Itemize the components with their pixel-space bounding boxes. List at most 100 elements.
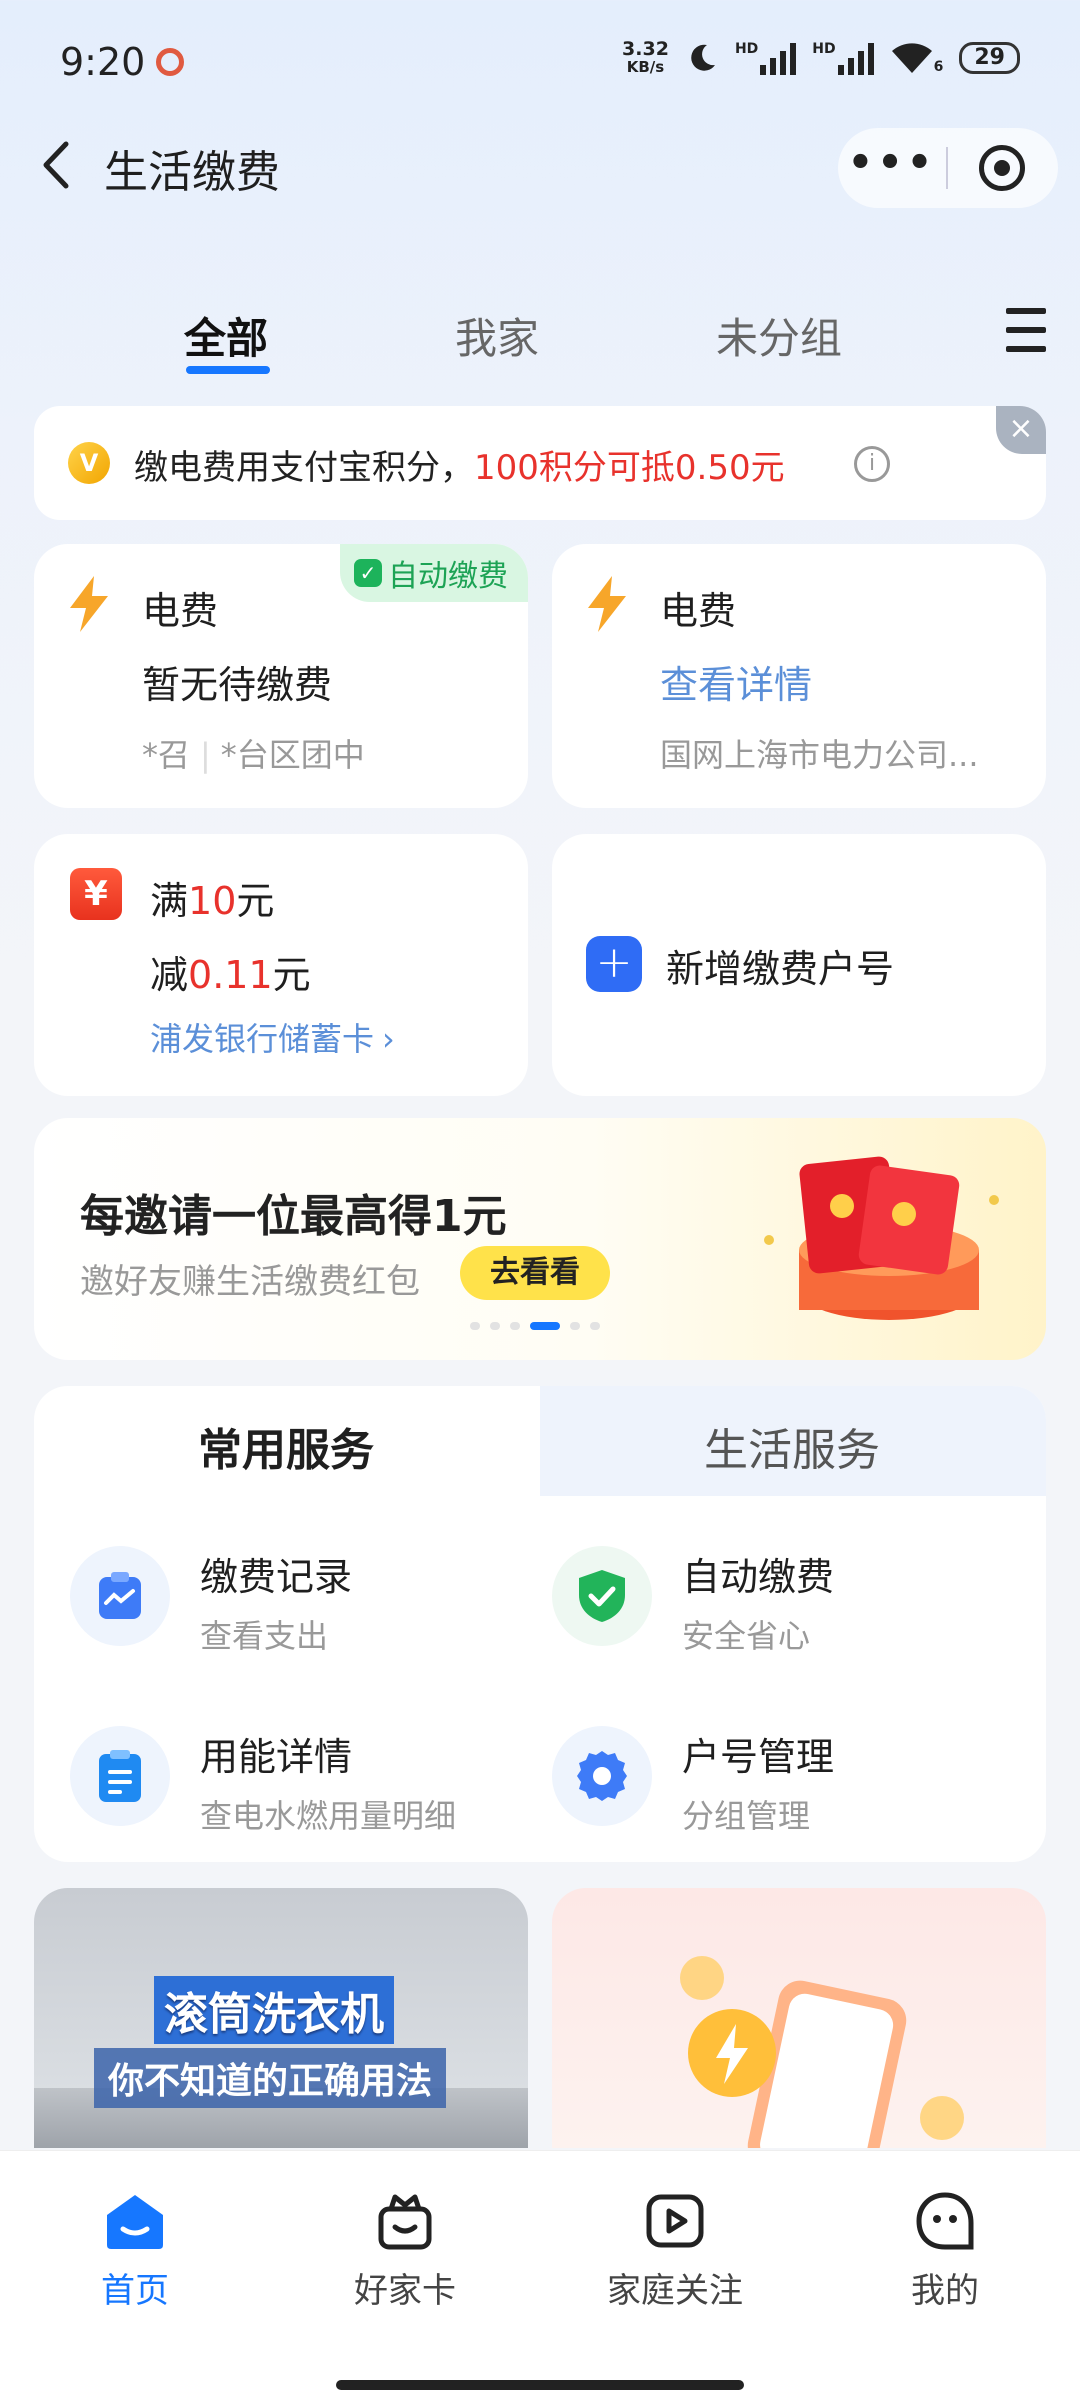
bill-card-title: 电费 [660,589,737,633]
nav-home[interactable]: 首页 [0,2191,270,2312]
more-options-button[interactable]: ••• [838,143,946,183]
wifi-status: 6 [890,41,943,75]
bill-card-company: 国网上海市电力公司... [660,736,979,774]
coin-icon: V [68,442,110,484]
tab-ungrouped[interactable]: 未分组 [716,305,842,366]
promo-card[interactable]: ¥ 满10元 减0.11元 浦发银行储蓄卡 › [34,834,528,1096]
bottom-nav: 首页 好家卡 家庭关注 我的 [0,2150,1080,2404]
status-time: 9:20 [60,40,146,84]
bank-card-link[interactable]: 浦发银行储蓄卡 › [150,1014,395,1060]
service-item-energy-details[interactable]: 用能详情 查电水燃用量明细 [70,1726,456,1837]
content-tile-washer[interactable]: 滚筒洗衣机 你不知道的正确用法 [34,1888,528,2148]
service-item-payment-records[interactable]: 缴费记录 查看支出 [70,1546,352,1657]
close-icon[interactable]: × [996,406,1046,454]
signal-bars-icon [837,41,874,75]
profile-icon [916,2192,974,2250]
service-item-account-management[interactable]: 户号管理 分组管理 [552,1726,834,1837]
go-see-button[interactable]: 去看看 [460,1246,610,1300]
service-desc: 分组管理 [682,1797,811,1835]
chevron-right-icon: › [382,1020,395,1058]
auto-pay-badge-label: 自动缴费 [388,559,508,594]
services-panel: 常用服务 生活服务 缴费记录 查看支出 自动缴费 安全省心 用能详情 查电水燃用… [34,1386,1046,1862]
yen-coupon-icon: ¥ [70,868,122,920]
promo-threshold-amount: 10 [188,879,237,923]
nav-label: 好家卡 [354,2271,456,2311]
red-envelope-illustration [764,1156,999,1320]
bill-card-account-name: *召 [142,736,191,774]
document-icon [70,1726,170,1826]
gift-icon [378,2194,432,2250]
carousel-dots [470,1322,600,1330]
home-indicator[interactable] [336,2380,744,2390]
service-name: 用能详情 [200,1735,353,1779]
bill-card[interactable]: 电费 查看详情 国网上海市电力公司... [552,544,1046,808]
nav-family-follow[interactable]: 家庭关注 [540,2191,810,2312]
bank-card-label: 浦发银行储蓄卡 [150,1020,375,1058]
battery-indicator: 29 [959,42,1020,74]
menu-icon[interactable] [1006,308,1046,352]
invite-banner[interactable]: 每邀请一位最高得1元 邀好友赚生活缴费红包 去看看 [34,1118,1046,1360]
status-indicators: 3.32 KB/s HD HD 6 29 [622,40,1020,76]
nav-good-home-card[interactable]: 好家卡 [270,2191,540,2312]
meta-divider: | [200,736,211,774]
service-item-auto-pay[interactable]: 自动缴费 安全省心 [552,1546,834,1657]
service-desc: 查看支出 [200,1617,329,1655]
network-speed-unit: KB/s [626,58,665,76]
network-speed: 3.32 KB/s [622,38,669,77]
tab-all[interactable]: 全部 [184,305,268,366]
status-bar: 9:20 3.32 KB/s HD HD 6 29 [0,0,1080,130]
promo-discount-unit: 元 [272,953,311,997]
nav-label: 首页 [101,2271,169,2311]
page-title: 生活缴费 [104,147,280,198]
gear-icon [552,1726,652,1826]
tab-my-home[interactable]: 我家 [455,305,539,366]
carousel-dot [590,1322,600,1330]
signal-bars-icon [760,41,797,75]
recording-icon [156,48,184,76]
cellular-signal-2: HD [812,41,874,75]
tile-title: 滚筒洗衣机 [154,1976,394,2044]
invite-subtitle: 邀好友赚生活缴费红包 [80,1262,420,1302]
shield-check-icon [552,1546,652,1646]
bill-card[interactable]: 电费 暂无待缴费 *召 | *台区团中 ✓ 自动缴费 [34,544,528,808]
nav-profile[interactable]: 我的 [810,2191,1080,2312]
points-banner[interactable]: V 缴电费用支付宝积分，100积分可抵0.50元 i × [34,406,1046,520]
promo-threshold: 满10元 [150,870,274,925]
service-desc: 安全省心 [682,1617,811,1655]
add-account-card[interactable]: + 新增缴费户号 [552,834,1046,1096]
shield-check-icon: ✓ [354,559,382,587]
points-banner-text: 缴电费用支付宝积分，100积分可抵0.50元 [134,440,785,489]
promo-threshold-prefix: 满 [150,879,189,923]
bill-card-status: 暂无待缴费 [142,663,333,707]
invite-title: 每邀请一位最高得1元 [80,1191,507,1242]
network-speed-value: 3.32 [622,38,669,60]
lightning-icon [588,576,626,632]
moon-icon [691,44,715,71]
carousel-dot [490,1322,500,1330]
nav-label: 家庭关注 [607,2271,743,2311]
view-details-link[interactable]: 查看详情 [660,654,812,709]
plus-icon: + [586,936,642,992]
content-tile-electricity[interactable] [552,1888,1046,2148]
service-desc: 查电水燃用量明细 [200,1797,457,1835]
info-icon[interactable]: i [854,446,890,482]
tab-common-services[interactable]: 常用服务 [198,1414,374,1478]
carousel-dot [570,1322,580,1330]
promo-threshold-unit: 元 [236,879,275,923]
promo-discount-prefix: 减 [150,953,189,997]
service-name: 自动缴费 [682,1555,835,1599]
cellular-signal-1: HD [735,41,797,75]
points-banner-prefix: 缴电费用支付宝积分， [134,448,474,488]
service-name: 户号管理 [682,1735,835,1779]
lightning-icon [70,576,108,632]
bill-card-address: *台区团中 [220,736,365,774]
tab-life-services[interactable]: 生活服务 [704,1414,880,1478]
close-mini-program-button[interactable] [948,145,1056,191]
service-name: 缴费记录 [200,1555,353,1599]
promo-discount-amount: 0.11 [188,953,273,997]
home-icon [107,2195,163,2249]
video-icon [646,2194,704,2248]
network-type-2: HD [812,41,836,57]
points-banner-highlight: 100积分可抵0.50元 [474,448,785,488]
back-arrow-icon[interactable] [36,140,76,190]
